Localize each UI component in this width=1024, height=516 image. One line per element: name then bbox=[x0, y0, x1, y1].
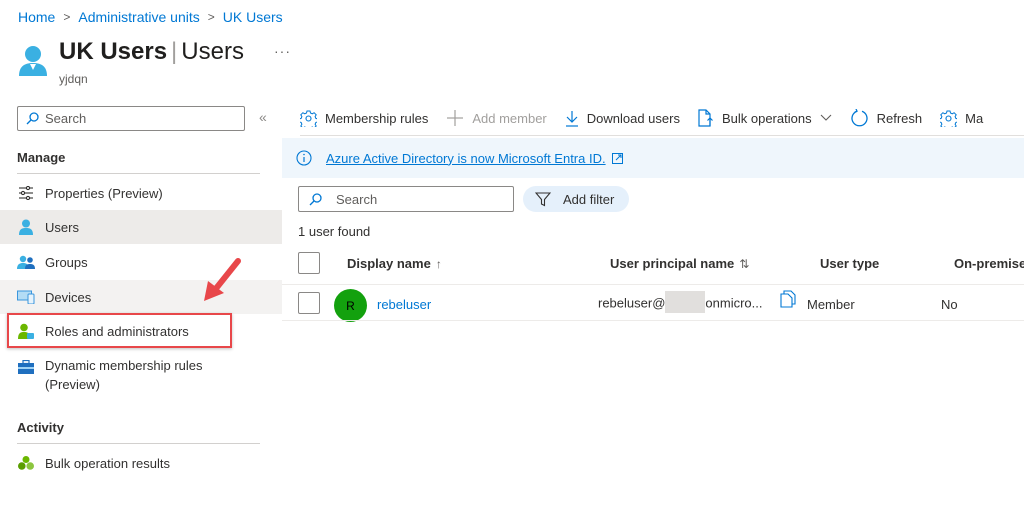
add-filter-button[interactable]: Add filter bbox=[523, 186, 629, 212]
add-member-label: Add member bbox=[472, 110, 547, 126]
sidebar-item-label: Properties (Preview) bbox=[45, 185, 163, 201]
sidebar-search-input[interactable]: Search bbox=[17, 106, 245, 131]
gear-icon bbox=[300, 110, 317, 127]
sort-ascending-icon: ↑ bbox=[435, 256, 442, 271]
sidebar-item-label: Devices bbox=[45, 289, 92, 305]
membership-rules-button[interactable]: Membership rules bbox=[300, 110, 428, 127]
column-label: Display name bbox=[347, 256, 431, 271]
section-title-manage: Manage bbox=[17, 150, 66, 165]
column-label: User type bbox=[820, 256, 880, 271]
column-header-user-type[interactable]: User type bbox=[820, 256, 879, 271]
column-header-user-principal-name[interactable]: User principal name ⇅ bbox=[610, 256, 749, 271]
info-banner: Azure Active Directory is now Microsoft … bbox=[282, 138, 1024, 178]
external-link-icon bbox=[611, 152, 623, 164]
filter-icon bbox=[535, 191, 551, 206]
user-icon bbox=[19, 46, 47, 76]
entra-id-link[interactable]: Azure Active Directory is now Microsoft … bbox=[326, 151, 606, 166]
divider bbox=[17, 443, 260, 444]
sidebar-item-bulk-operation-results[interactable]: Bulk operation results bbox=[0, 446, 282, 480]
sidebar-item-label: Roles and administrators bbox=[45, 323, 189, 339]
upn-prefix: rebeluser@ bbox=[598, 295, 666, 311]
sidebar-item-dynamic-membership-rules[interactable]: Dynamic membership rules (Preview) bbox=[0, 352, 282, 394]
sidebar-item-groups[interactable]: Groups bbox=[0, 245, 282, 279]
sidebar-item-label: Groups bbox=[45, 254, 88, 270]
avatar: R bbox=[334, 289, 367, 322]
sidebar-item-devices[interactable]: Devices bbox=[0, 280, 282, 314]
page-title: UK Users | Users bbox=[59, 38, 244, 66]
gear-icon bbox=[940, 110, 958, 127]
membership-rules-label: Membership rules bbox=[325, 110, 429, 126]
sidebar-search-placeholder: Search bbox=[45, 111, 87, 126]
refresh-button[interactable]: Refresh bbox=[850, 108, 923, 128]
row-checkbox[interactable] bbox=[298, 292, 320, 314]
bulk-results-icon bbox=[17, 455, 35, 471]
breadcrumb-uk-users[interactable]: UK Users bbox=[223, 9, 283, 25]
devices-icon bbox=[17, 289, 35, 305]
page-subtitle: yjdqn bbox=[59, 72, 88, 86]
sidebar-item-properties[interactable]: Properties (Preview) bbox=[0, 176, 282, 210]
sidebar-item-users[interactable]: Users bbox=[0, 210, 282, 244]
toolbox-icon bbox=[17, 359, 35, 375]
roles-icon bbox=[17, 323, 35, 339]
plus-icon bbox=[447, 110, 464, 126]
copy-icon[interactable] bbox=[780, 290, 796, 308]
bulk-icon bbox=[698, 109, 713, 127]
divider bbox=[282, 320, 1024, 321]
download-icon bbox=[565, 110, 578, 127]
breadcrumb-home[interactable]: Home bbox=[18, 9, 55, 25]
select-all-checkbox[interactable] bbox=[298, 252, 320, 274]
result-count: 1 user found bbox=[298, 224, 371, 239]
chevron-down-icon bbox=[820, 114, 831, 121]
breadcrumb-administrative-units[interactable]: Administrative units bbox=[78, 9, 199, 25]
column-label: On-premise bbox=[954, 256, 1024, 271]
bulk-operations-label: Bulk operations bbox=[721, 110, 812, 126]
download-users-button[interactable]: Download users bbox=[565, 110, 680, 127]
refresh-icon bbox=[850, 108, 868, 126]
collapse-sidebar-button[interactable]: « bbox=[259, 109, 267, 125]
column-header-on-premises[interactable]: On-premise bbox=[954, 256, 1024, 271]
chevron-right-icon: > bbox=[207, 10, 215, 24]
divider bbox=[17, 173, 260, 174]
sidebar-item-label: Users bbox=[45, 219, 79, 235]
divider bbox=[282, 284, 1024, 285]
chevron-right-icon: > bbox=[63, 10, 71, 24]
page-title-sub: Users bbox=[181, 38, 244, 65]
sort-icon: ⇅ bbox=[739, 256, 750, 271]
upn-suffix: onmicro... bbox=[705, 295, 763, 311]
search-icon bbox=[26, 112, 39, 125]
on-premises-sync: No bbox=[941, 297, 958, 312]
command-bar: Membership rules Add member Download use… bbox=[300, 103, 1001, 133]
divider bbox=[300, 135, 1024, 136]
section-title-activity: Activity bbox=[17, 420, 64, 435]
redacted-region bbox=[665, 291, 706, 313]
download-users-label: Download users bbox=[586, 110, 680, 126]
breadcrumb: Home > Administrative units > UK Users bbox=[18, 9, 283, 25]
groups-icon bbox=[17, 254, 35, 270]
users-search-placeholder: Search bbox=[336, 191, 378, 207]
sidebar-item-label: Bulk operation results bbox=[45, 455, 171, 471]
info-icon bbox=[296, 150, 312, 166]
more-options-button[interactable]: ··· bbox=[274, 43, 291, 59]
sidebar-item-label: Dynamic membership rules (Preview) bbox=[45, 358, 203, 392]
column-header-display-name[interactable]: Display name ↑ bbox=[347, 256, 442, 271]
manage-view-button[interactable]: Ma bbox=[940, 110, 983, 127]
manage-view-label: Ma bbox=[965, 110, 984, 126]
page-title-main: UK Users bbox=[59, 38, 168, 65]
bulk-operations-button[interactable]: Bulk operations bbox=[698, 109, 832, 127]
add-member-button[interactable]: Add member bbox=[446, 109, 547, 127]
add-filter-label: Add filter bbox=[563, 191, 615, 207]
display-name-link[interactable]: rebeluser bbox=[377, 297, 431, 312]
refresh-label: Refresh bbox=[876, 110, 923, 126]
column-label: User principal name bbox=[610, 256, 735, 271]
title-separator: | bbox=[171, 38, 178, 65]
search-icon bbox=[309, 192, 322, 205]
user-icon bbox=[17, 219, 35, 235]
user-type: Member bbox=[807, 297, 855, 312]
properties-icon bbox=[17, 185, 35, 201]
sidebar-item-roles-and-administrators[interactable]: Roles and administrators bbox=[0, 314, 282, 348]
user-principal-name: rebeluser@ onmicro... bbox=[598, 291, 763, 313]
users-search-input[interactable]: Search bbox=[298, 186, 514, 212]
